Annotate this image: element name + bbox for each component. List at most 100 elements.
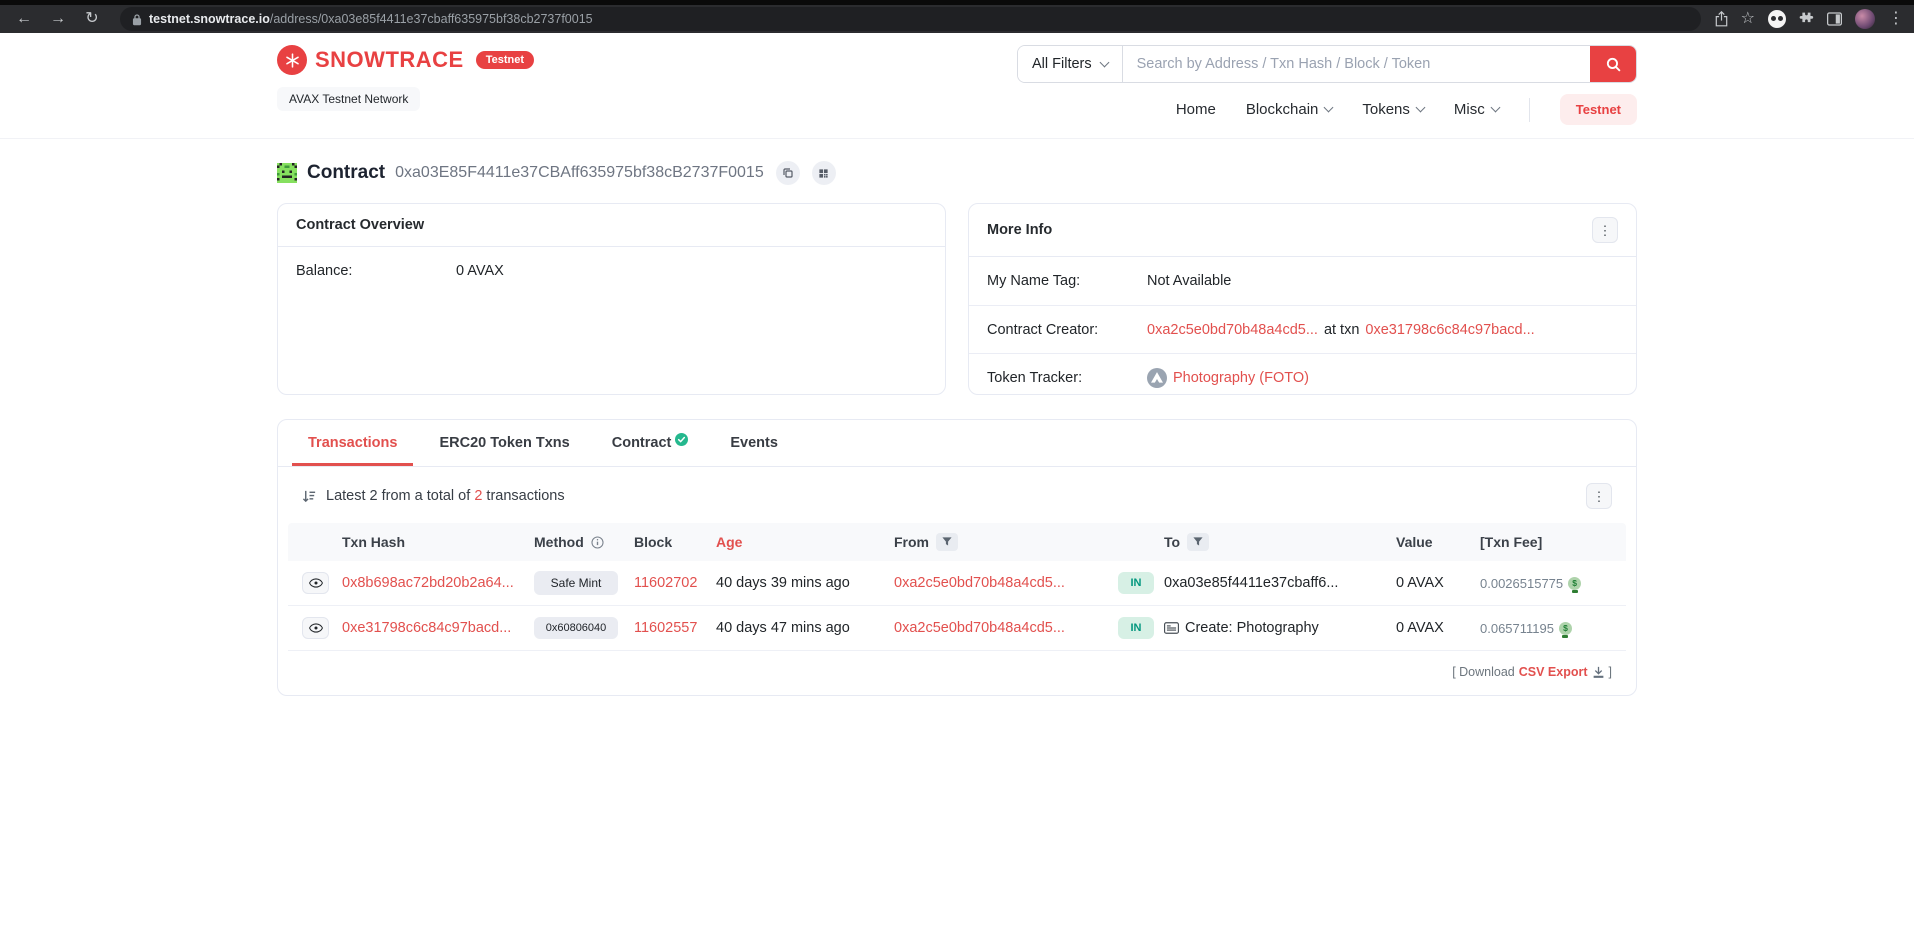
bookmark-star-icon[interactable]: ☆ [1741, 6, 1755, 32]
more-info-card-title: More Info [987, 222, 1052, 238]
search-input[interactable] [1123, 46, 1590, 82]
nav-tokens[interactable]: Tokens [1362, 101, 1424, 118]
tx-preview-button[interactable] [302, 617, 329, 639]
contract-address: 0xa03E85F4411e37CBAff635975bf38cB2737F00… [395, 164, 764, 182]
side-panel-icon[interactable] [1827, 12, 1842, 26]
block-link[interactable]: 11602557 [634, 620, 716, 636]
browser-menu-icon[interactable]: ⋮ [1888, 6, 1904, 32]
txn-hash-link[interactable]: 0x8b698ac72bd20b2a64... [342, 575, 534, 591]
txn-fee-cell: 0.065711195 [1480, 621, 1626, 636]
from-address-link[interactable]: 0xa2c5e0bd70b48a4cd5... [894, 620, 1118, 636]
value-cell: 0 AVAX [1396, 620, 1480, 636]
tx-preview-button[interactable] [302, 572, 329, 594]
name-tag-row: My Name Tag: Not Available [969, 257, 1636, 305]
contract-overview-card: Contract Overview Balance: 0 AVAX [277, 203, 946, 395]
creator-address-link[interactable]: 0xa2c5e0bd70b48a4cd5... [1147, 322, 1318, 338]
url-host: testnet.snowtrace.io [149, 12, 270, 26]
browser-forward-icon[interactable]: → [44, 6, 72, 32]
site-header: SNOWTRACE Testnet AVAX Testnet Network A… [0, 33, 1914, 139]
browser-actions: ☆ ⋮ [1715, 6, 1904, 32]
name-tag-label: My Name Tag: [987, 273, 1147, 289]
col-block: Block [634, 534, 716, 550]
tab-transactions[interactable]: Transactions [292, 420, 413, 466]
profile-avatar[interactable] [1855, 9, 1875, 29]
method-badge: Safe Mint [534, 571, 618, 595]
tab-erc20-token-txns[interactable]: ERC20 Token Txns [423, 420, 585, 466]
qr-code-button[interactable] [812, 161, 836, 185]
tx-options-button[interactable]: ⋮ [1586, 483, 1612, 509]
tab-contract[interactable]: Contract [596, 420, 705, 466]
tab-bar: Transactions ERC20 Token Txns Contract E… [278, 420, 1636, 467]
extension-avatar-icon[interactable] [1768, 10, 1786, 28]
csv-export-link[interactable]: CSV Export [1519, 665, 1588, 679]
from-address-link[interactable]: 0xa2c5e0bd70b48a4cd5... [894, 575, 1118, 591]
copy-icon [782, 167, 794, 179]
brand-testnet-badge: Testnet [476, 51, 534, 69]
col-value: Value [1396, 534, 1480, 550]
share-icon[interactable] [1715, 11, 1728, 27]
lock-icon [132, 13, 142, 26]
name-tag-value: Not Available [1147, 273, 1231, 289]
url-path: /address/0xa03e85f4411e37cbaff635975bf38… [270, 12, 593, 26]
contract-creator-label: Contract Creator: [987, 322, 1147, 338]
nav-blockchain[interactable]: Blockchain [1246, 101, 1333, 118]
block-link[interactable]: 11602702 [634, 575, 716, 591]
direction-badge: IN [1118, 572, 1154, 594]
nav-misc[interactable]: Misc [1454, 101, 1499, 118]
browser-reload-icon[interactable]: ↻ [78, 6, 106, 32]
nav-home[interactable]: Home [1176, 101, 1216, 118]
more-info-card: More Info ⋮ My Name Tag: Not Available C… [968, 203, 1637, 395]
tab-events[interactable]: Events [714, 420, 794, 466]
main-nav: Home Blockchain Tokens Misc Testnet [1176, 94, 1637, 125]
creator-txn-link[interactable]: 0xe31798c6c84c97bacd... [1365, 322, 1534, 338]
to-contract-creation: Create: Photography [1164, 620, 1396, 636]
sort-icon[interactable] [302, 489, 317, 504]
contract-identicon [277, 163, 297, 183]
network-label: AVAX Testnet Network [277, 87, 420, 111]
chevron-down-icon [1324, 103, 1334, 113]
col-txn-fee: [Txn Fee] [1480, 534, 1626, 550]
age-value: 40 days 39 mins ago [716, 575, 894, 591]
more-info-menu-button[interactable]: ⋮ [1592, 217, 1618, 243]
at-txn-text: at txn [1324, 322, 1359, 338]
gas-lightbulb-icon[interactable] [1568, 577, 1581, 590]
txn-fee-cell: 0.0026515775 [1480, 576, 1626, 591]
testnet-network-button[interactable]: Testnet [1560, 94, 1637, 125]
browser-back-icon[interactable]: ← [10, 6, 38, 32]
token-tracker-label: Token Tracker: [987, 370, 1147, 386]
gas-lightbulb-icon[interactable] [1559, 622, 1572, 635]
direction-badge: IN [1118, 617, 1154, 639]
url-bar[interactable]: testnet.snowtrace.io/address/0xa03e85f44… [120, 7, 1701, 31]
snowtrace-logo-icon[interactable] [277, 45, 307, 75]
contract-icon [1164, 622, 1179, 634]
token-tracker-row: Token Tracker: Photography (FOTO) [969, 353, 1636, 401]
value-cell: 0 AVAX [1396, 575, 1480, 591]
col-txn-hash: Txn Hash [342, 534, 534, 550]
to-address: 0xa03e85f4411e37cbaff6... [1164, 575, 1396, 591]
method-badge: 0x60806040 [534, 617, 618, 639]
search-bar: All Filters [1017, 45, 1637, 83]
avax-token-icon [1147, 368, 1167, 388]
token-tracker-link[interactable]: Photography (FOTO) [1173, 370, 1309, 386]
extensions-puzzle-icon[interactable] [1799, 12, 1814, 27]
contract-creator-row: Contract Creator: 0xa2c5e0bd70b48a4cd5..… [969, 305, 1636, 353]
col-age[interactable]: Age [716, 534, 894, 550]
browser-chrome: ← → ↻ testnet.snowtrace.io/address/0xa03… [0, 0, 1914, 33]
search-filter-label: All Filters [1032, 56, 1092, 72]
to-filter-icon[interactable] [1187, 533, 1209, 551]
balance-value: 0 AVAX [456, 263, 504, 279]
from-filter-icon[interactable] [936, 533, 958, 551]
csv-export-row: [ Download CSV Export ] [288, 651, 1626, 681]
chevron-down-icon [1490, 103, 1500, 113]
txn-hash-link[interactable]: 0xe31798c6c84c97bacd... [342, 620, 534, 636]
col-from: From [894, 533, 1118, 551]
search-filter-dropdown[interactable]: All Filters [1018, 46, 1123, 82]
page-title: Contract [307, 162, 385, 184]
age-value: 40 days 47 mins ago [716, 620, 894, 636]
transactions-card: Transactions ERC20 Token Txns Contract E… [277, 419, 1637, 696]
overview-card-title: Contract Overview [296, 217, 424, 233]
info-icon[interactable] [591, 536, 604, 549]
copy-address-button[interactable] [776, 161, 800, 185]
search-button[interactable] [1590, 46, 1636, 82]
brand-name[interactable]: SNOWTRACE [315, 47, 464, 73]
